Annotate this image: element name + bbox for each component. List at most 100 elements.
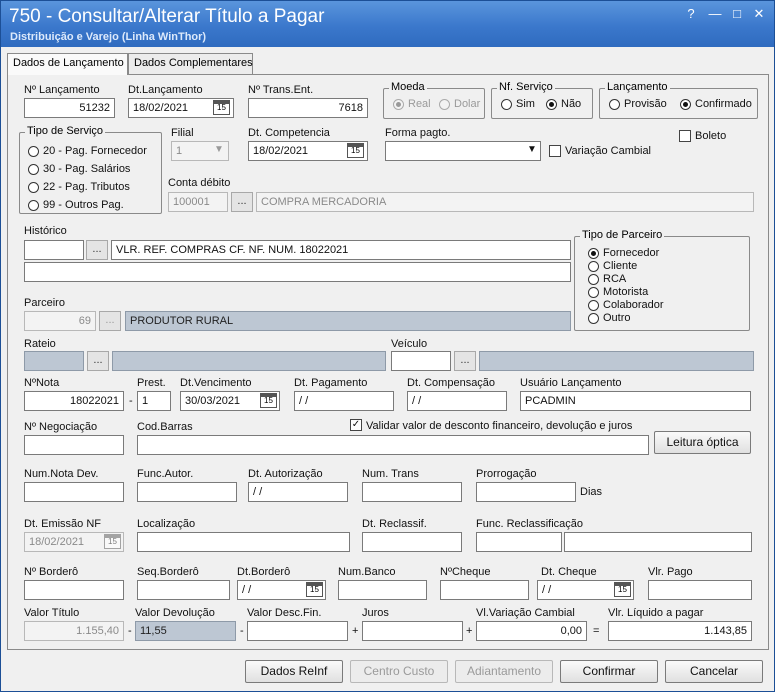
title-bar[interactable]: 750 - Consultar/Alterar Título a Pagar D… <box>1 1 774 47</box>
n-cheque-input[interactable] <box>440 580 529 600</box>
calendar-icon[interactable]: 15 <box>614 582 631 597</box>
historico-text[interactable]: VLR. REF. COMPRAS CF. NF. NUM. 18022021 <box>111 240 571 260</box>
nf-servico-nao-radio[interactable] <box>546 99 557 110</box>
prorrogacao-unit: Dias <box>580 486 603 498</box>
lancamento-confirmado-radio[interactable] <box>680 99 691 110</box>
historico-lookup-button[interactable]: ... <box>86 240 108 260</box>
dt-reclassif-input[interactable] <box>362 532 462 552</box>
dt-autorizacao-input[interactable]: / / <box>248 482 348 502</box>
tipo-servico-99-label: 99 - Outros Pag. <box>43 199 124 211</box>
calendar-icon[interactable]: 15 <box>104 534 121 549</box>
rateio-lookup-button[interactable]: ... <box>87 351 109 371</box>
conta-debito-label: Conta débito <box>168 177 231 189</box>
dt-emissao-nf-label: Dt. Emissão NF <box>24 518 102 530</box>
tipo-servico-20-radio[interactable] <box>28 146 39 157</box>
n-lancamento-input[interactable]: 51232 <box>24 98 115 118</box>
confirmar-button[interactable]: Confirmar <box>560 660 658 683</box>
tipo-servico-30-radio[interactable] <box>28 164 39 175</box>
localizacao-input[interactable] <box>137 532 350 552</box>
n-negociacao-label: Nº Negociação <box>24 421 98 433</box>
parceiro-code[interactable]: 69 <box>24 311 96 331</box>
parceiro-lookup-button[interactable]: ... <box>99 311 121 331</box>
valor-titulo-label: Valor Título <box>24 607 80 619</box>
tipo-servico-99-radio[interactable] <box>28 200 39 211</box>
historico-code[interactable] <box>24 240 84 260</box>
validar-desconto-checkbox[interactable]: ✓ <box>350 419 362 431</box>
vlr-pago-input[interactable] <box>648 580 752 600</box>
cancelar-button[interactable]: Cancelar <box>665 660 763 683</box>
tipo-parceiro-colaborador-radio[interactable] <box>588 300 599 311</box>
tipo-parceiro-rca-radio[interactable] <box>588 274 599 285</box>
variacao-cambial-checkbox[interactable] <box>549 145 561 157</box>
moeda-dolar-radio[interactable] <box>439 99 450 110</box>
tipo-servico-30-label: 30 - Pag. Salários <box>43 163 131 175</box>
conta-debito-lookup-button[interactable]: ... <box>231 192 253 212</box>
nf-servico-nao-label: Não <box>561 98 582 110</box>
num-banco-input[interactable] <box>338 580 427 600</box>
cod-barras-input[interactable] <box>137 435 649 455</box>
dados-reinf-button[interactable]: Dados ReInf <box>245 660 343 683</box>
adiantamento-button[interactable]: Adiantamento <box>455 660 553 683</box>
cod-barras-label: Cod.Barras <box>137 421 193 433</box>
nf-servico-sim-radio[interactable] <box>501 99 512 110</box>
tipo-servico-title: Tipo de Serviço <box>25 125 106 137</box>
veiculo-lookup-button[interactable]: ... <box>454 351 476 371</box>
num-trans-input[interactable] <box>362 482 462 502</box>
valor-desc-fin-input[interactable] <box>247 621 348 641</box>
calendar-icon[interactable]: 15 <box>260 393 277 408</box>
help-icon[interactable]: ? <box>683 7 699 21</box>
usuario-lancamento-input[interactable]: PCADMIN <box>520 391 751 411</box>
num-nota-dev-input[interactable] <box>24 482 124 502</box>
func-reclassificacao-input[interactable] <box>564 532 752 552</box>
dt-pagamento-input[interactable]: / / <box>294 391 394 411</box>
tipo-parceiro-colaborador-label: Colaborador <box>603 299 664 311</box>
tipo-parceiro-outro-radio[interactable] <box>588 313 599 324</box>
equals-operator: = <box>593 625 600 637</box>
centro-custo-button[interactable]: Centro Custo <box>350 660 448 683</box>
vl-variacao-cambial-input[interactable]: 0,00 <box>476 621 587 641</box>
boleto-checkbox[interactable] <box>679 130 691 142</box>
veiculo-code[interactable] <box>391 351 451 371</box>
dt-compensacao-input[interactable]: / / <box>407 391 507 411</box>
leitura-optica-button[interactable]: Leitura óptica <box>654 431 751 454</box>
lancamento-confirmado-label: Confirmado <box>695 98 752 110</box>
tipo-parceiro-fornecedor-radio[interactable] <box>588 248 599 259</box>
calendar-icon[interactable]: 15 <box>306 582 323 597</box>
dt-compensacao-label: Dt. Compensação <box>407 377 496 389</box>
func-autor-input[interactable] <box>137 482 237 502</box>
rateio-code[interactable] <box>24 351 84 371</box>
tipo-servico-22-radio[interactable] <box>28 182 39 193</box>
forma-pagto-label: Forma pagto. <box>385 127 451 139</box>
close-icon[interactable]: ✕ <box>751 7 767 21</box>
seq-bordero-input[interactable] <box>137 580 230 600</box>
n-bordero-label: Nº Borderô <box>24 566 79 578</box>
n-nota-input[interactable]: 18022021 <box>24 391 124 411</box>
valor-titulo-input: 1.155,40 <box>24 621 124 641</box>
tipo-parceiro-group: Tipo de Parceiro Fornecedor Cliente RCA … <box>574 229 750 331</box>
n-trans-ent-input[interactable]: 7618 <box>248 98 368 118</box>
conta-debito-code[interactable]: 100001 <box>168 192 228 212</box>
maximize-icon[interactable]: □ <box>729 7 745 21</box>
rateio-label: Rateio <box>24 338 56 350</box>
main-window: 750 - Consultar/Alterar Título a Pagar D… <box>0 0 775 692</box>
tab-dados-complementares[interactable]: Dados Complementares <box>128 53 253 74</box>
func-reclassificacao-code[interactable] <box>476 532 562 552</box>
calendar-icon[interactable]: 15 <box>213 100 230 115</box>
prorrogacao-input[interactable] <box>476 482 576 502</box>
calendar-icon[interactable]: 15 <box>347 143 364 158</box>
forma-pagto-select[interactable] <box>385 141 541 161</box>
num-nota-dev-label: Num.Nota Dev. <box>24 468 99 480</box>
n-negociacao-input[interactable] <box>24 435 124 455</box>
prest-input[interactable]: 1 <box>137 391 171 411</box>
moeda-real-radio[interactable] <box>393 99 404 110</box>
juros-input[interactable] <box>362 621 463 641</box>
historico-text2[interactable] <box>24 262 571 282</box>
tab-dados-lancamento[interactable]: Dados de Lançamento <box>7 53 128 75</box>
lancamento-provisao-radio[interactable] <box>609 99 620 110</box>
tipo-parceiro-cliente-radio[interactable] <box>588 261 599 272</box>
valor-desc-fin-label: Valor Desc.Fin. <box>247 607 322 619</box>
tipo-parceiro-motorista-radio[interactable] <box>588 287 599 298</box>
n-bordero-input[interactable] <box>24 580 124 600</box>
minimize-icon[interactable]: — <box>707 7 723 21</box>
rateio-desc <box>112 351 386 371</box>
